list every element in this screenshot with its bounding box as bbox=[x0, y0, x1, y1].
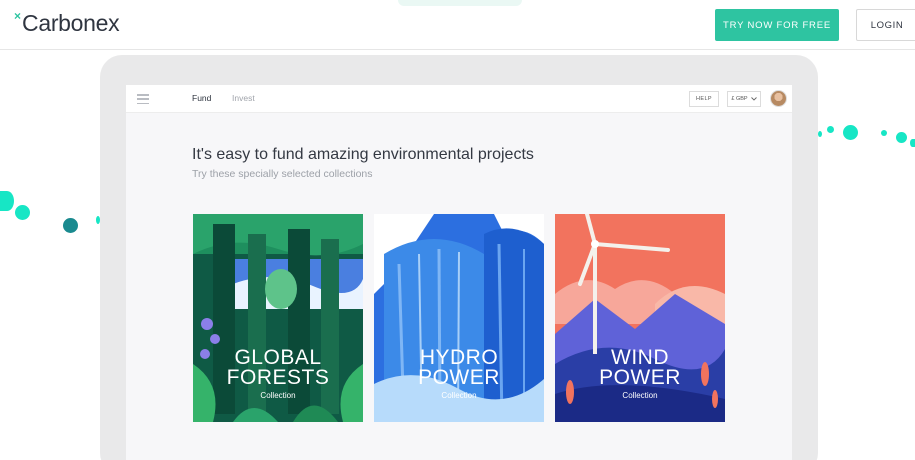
help-button[interactable]: HELP bbox=[689, 91, 719, 107]
chevron-down-icon bbox=[750, 97, 757, 101]
logo-text: Carbonex bbox=[22, 10, 120, 36]
card-title-line2: FORESTS bbox=[226, 366, 330, 389]
decor-dot bbox=[910, 139, 915, 147]
decor-dot bbox=[843, 125, 858, 140]
card-title-line1: GLOBAL bbox=[234, 346, 322, 369]
collection-card-global-forests[interactable]: GLOBAL FORESTS Collection bbox=[193, 214, 363, 422]
card-title-line1: WIND bbox=[611, 346, 669, 369]
page-headline: It's easy to fund amazing environmental … bbox=[192, 146, 534, 163]
site-header: × Carbonex TRY NOW FOR FREE LOGIN bbox=[0, 0, 915, 50]
card-subtitle: Collection bbox=[622, 391, 658, 400]
logo[interactable]: × Carbonex bbox=[14, 9, 120, 36]
decor-dot bbox=[63, 218, 78, 233]
decor-dot bbox=[818, 131, 822, 137]
decor-dot bbox=[896, 132, 907, 143]
try-now-button[interactable]: TRY NOW FOR FREE bbox=[715, 9, 839, 41]
hamburger-menu-icon[interactable] bbox=[137, 94, 149, 105]
laptop-screen: Fund Invest HELP £ GBP It's easy to fund… bbox=[126, 85, 792, 460]
tab-invest[interactable]: Invest bbox=[232, 93, 255, 103]
top-glow bbox=[398, 0, 522, 6]
app-nav: Fund Invest HELP £ GBP bbox=[126, 85, 792, 113]
currency-select[interactable]: £ GBP bbox=[727, 91, 761, 107]
card-title-line2: POWER bbox=[599, 366, 681, 389]
card-title-line1: HYDRO bbox=[419, 346, 499, 369]
card-subtitle: Collection bbox=[441, 391, 477, 400]
tab-fund[interactable]: Fund bbox=[192, 93, 211, 103]
decor-dot bbox=[15, 205, 30, 220]
card-subtitle: Collection bbox=[260, 391, 296, 400]
decor-dot bbox=[827, 126, 834, 133]
logo-mark-icon: × bbox=[14, 9, 22, 23]
collection-card-hydro-power[interactable]: HYDRO POWER Collection bbox=[374, 214, 544, 422]
page-subhead: Try these specially selected collections bbox=[192, 168, 373, 180]
card-title-line2: POWER bbox=[418, 366, 500, 389]
currency-value: £ GBP bbox=[731, 96, 748, 102]
decor-dot bbox=[881, 130, 887, 136]
decor-dot bbox=[0, 191, 14, 211]
login-button[interactable]: LOGIN bbox=[856, 9, 915, 41]
collection-card-wind-power[interactable]: WIND POWER Collection bbox=[555, 214, 725, 422]
avatar[interactable] bbox=[770, 90, 787, 107]
